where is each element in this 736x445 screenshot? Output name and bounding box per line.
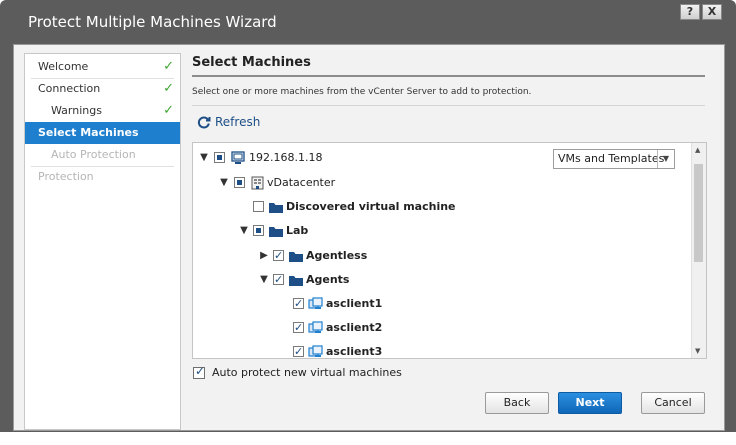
tree-node-label: Lab (286, 224, 309, 237)
view-select[interactable]: VMs and Templates ▼ (553, 149, 675, 169)
tree-node-label: Agentless (306, 249, 368, 262)
scroll-down-icon[interactable]: ▼ (695, 347, 700, 355)
step-label: Warnings (51, 104, 102, 117)
help-button[interactable]: ? (680, 4, 700, 20)
page-description: Select one or more machines from the vCe… (192, 87, 532, 97)
chevron-down-icon[interactable]: ▼ (199, 148, 209, 168)
datacenter-icon (251, 176, 264, 190)
tree-node-label: asclient1 (326, 297, 383, 310)
machine-tree[interactable]: ▼ 192.168.1.18 ▼ vDatacenter Discovered … (192, 142, 707, 359)
tree-node-folder[interactable]: Discovered virtual machine (253, 197, 553, 217)
tree-checkbox[interactable] (253, 225, 264, 236)
tree-node-label: asclient2 (326, 321, 383, 334)
main-content: Select Machines Select one or more machi… (179, 45, 724, 430)
step-connection[interactable]: Connection ✓ (25, 78, 180, 100)
tree-checkbox[interactable] (273, 270, 284, 290)
heading-divider (192, 75, 705, 77)
tree-node-folder[interactable]: ▼ Lab (239, 221, 439, 241)
tree-node-vm[interactable]: asclient2 (293, 318, 493, 338)
auto-protect-label: Auto protect new virtual machines (212, 366, 402, 379)
chevron-down-icon[interactable]: ▼ (239, 221, 249, 241)
tree-node-host[interactable]: ▼ 192.168.1.18 (199, 148, 499, 168)
background-strip (0, 432, 736, 445)
next-button[interactable]: Next (558, 392, 622, 414)
window-title: Protect Multiple Machines Wizard (28, 13, 277, 31)
step-label: Connection (38, 82, 101, 95)
chevron-down-icon[interactable]: ▼ (219, 173, 229, 193)
folder-icon (269, 203, 283, 213)
back-button[interactable]: Back (485, 392, 549, 414)
vm-icon (308, 297, 323, 309)
wizard-steps: Welcome ✓ Connection ✓ Warnings ✓ Select… (24, 53, 181, 430)
chevron-down-icon[interactable]: ▼ (259, 270, 269, 290)
tree-checkbox[interactable] (293, 342, 304, 358)
refresh-label: Refresh (215, 115, 261, 129)
checkmark-icon: ✓ (163, 103, 174, 118)
vm-icon (308, 321, 323, 333)
step-label: Welcome (38, 60, 89, 73)
step-label: Auto Protection (51, 148, 136, 161)
step-welcome[interactable]: Welcome ✓ (25, 56, 180, 78)
tree-checkbox[interactable] (253, 201, 264, 212)
cancel-button[interactable]: Cancel (641, 392, 705, 414)
refresh-icon (197, 116, 211, 129)
close-button[interactable]: X (702, 4, 722, 20)
host-icon (231, 151, 245, 164)
tree-scrollbar[interactable]: ▲ ▼ (691, 143, 706, 358)
checkmark-icon: ✓ (163, 81, 174, 96)
step-protection: Protection (25, 166, 180, 188)
chevron-down-icon[interactable]: ▼ (657, 150, 674, 168)
step-select-machines[interactable]: Select Machines (25, 122, 180, 144)
folder-icon (269, 227, 283, 237)
tree-checkbox[interactable] (293, 294, 304, 314)
tree-node-vm[interactable]: asclient1 (293, 294, 493, 314)
auto-protect-checkbox[interactable] (193, 363, 205, 379)
scroll-up-icon[interactable]: ▲ (695, 146, 700, 154)
step-warnings[interactable]: Warnings ✓ (25, 100, 180, 122)
page-title: Select Machines (192, 55, 311, 70)
tree-node-label: Agents (306, 273, 350, 286)
tree-node-datacenter[interactable]: ▼ vDatacenter (219, 173, 499, 193)
tree-checkbox[interactable] (214, 152, 225, 163)
description-divider (192, 105, 705, 106)
scroll-thumb[interactable] (694, 164, 703, 262)
tree-node-label: vDatacenter (267, 176, 336, 189)
checkmark-icon: ✓ (163, 59, 174, 74)
step-label: Select Machines (38, 126, 139, 139)
tree-checkbox[interactable] (293, 318, 304, 338)
wizard-dialog: Welcome ✓ Connection ✓ Warnings ✓ Select… (13, 44, 725, 431)
folder-icon (289, 252, 303, 262)
step-auto-protection: Auto Protection (25, 144, 180, 166)
title-bar: Protect Multiple Machines Wizard ? X (0, 0, 736, 44)
tree-checkbox[interactable] (234, 177, 245, 188)
chevron-right-icon[interactable]: ▶ (259, 246, 269, 266)
window-frame: Protect Multiple Machines Wizard ? X Wel… (0, 0, 736, 445)
tree-node-label: Discovered virtual machine (286, 200, 456, 213)
tree-checkbox[interactable] (273, 246, 284, 266)
folder-icon (289, 276, 303, 286)
vm-icon (308, 345, 323, 357)
tree-node-vm[interactable]: asclient3 (293, 342, 493, 358)
tree-node-folder[interactable]: ▼ Agents (259, 270, 459, 290)
step-label: Protection (38, 170, 94, 183)
tree-node-folder[interactable]: ▶ Agentless (259, 246, 459, 266)
view-select-value: VMs and Templates (558, 152, 665, 165)
tree-node-label: 192.168.1.18 (249, 151, 323, 164)
tree-node-label: asclient3 (326, 345, 383, 358)
